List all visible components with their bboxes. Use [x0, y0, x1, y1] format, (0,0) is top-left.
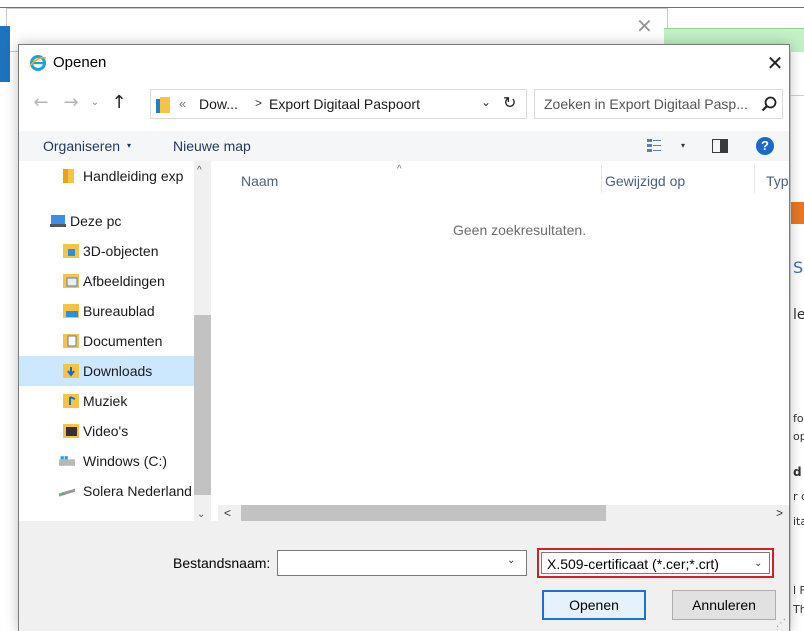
search-icon[interactable]	[761, 96, 777, 112]
filename-input[interactable]	[277, 550, 527, 576]
nav-item-3d-objects[interactable]: 3D-objecten	[19, 236, 194, 266]
background-text: le	[793, 307, 804, 323]
background-text: r c	[793, 490, 804, 503]
filetype-select-box[interactable]: X.509-certificaat (*.cer;*.crt) ⌄	[541, 552, 770, 574]
file-list[interactable]: ^ Naam Gewijzigd op Typ Geen zoekresulta…	[218, 161, 789, 535]
filename-label: Bestandsnaam:	[173, 555, 271, 571]
filetype-value: X.509-certificaat (*.cer;*.crt)	[547, 556, 719, 572]
search-input[interactable]: Zoeken in Export Digitaal Pasp...	[534, 89, 783, 119]
forward-button[interactable]: →	[59, 91, 83, 115]
help-icon[interactable]: ?	[756, 137, 774, 155]
3d-objects-icon	[63, 244, 79, 258]
open-button[interactable]: Openen	[542, 590, 646, 620]
navigation-pane[interactable]: Handleiding exp Deze pc 3D-objecten Afbe…	[19, 161, 213, 535]
folder-icon	[63, 169, 74, 183]
back-button[interactable]: ←	[29, 91, 53, 115]
new-folder-button[interactable]: Nieuwe map	[173, 138, 251, 154]
background-browser-edge	[0, 26, 10, 82]
nav-item-desktop[interactable]: Bureaublad	[19, 296, 194, 326]
background-text: d	[793, 465, 802, 479]
organise-button[interactable]: Organiseren	[43, 138, 120, 154]
scroll-down-icon[interactable]: ⌄	[197, 509, 205, 520]
column-header-name[interactable]: Naam	[241, 173, 278, 189]
column-divider[interactable]	[601, 165, 602, 193]
dialog-footer: Bestandsnaam: ⌄ X.509-certificaat (*.cer…	[19, 521, 789, 631]
background-text: S	[793, 258, 804, 277]
column-header-type[interactable]: Typ	[766, 173, 789, 189]
up-button[interactable]: ↑	[107, 91, 131, 115]
view-options-icon[interactable]	[647, 138, 667, 154]
nav-item-this-pc[interactable]: Deze pc	[19, 206, 194, 236]
empty-results-message: Geen zoekresultaten.	[453, 222, 587, 238]
breadcrumb-overflow[interactable]: «	[179, 96, 186, 111]
close-icon[interactable]: ✕	[763, 51, 787, 75]
breadcrumb-downloads[interactable]: Dow...	[199, 96, 238, 112]
pictures-icon	[63, 274, 79, 288]
nav-item-downloads[interactable]: Downloads	[19, 356, 194, 386]
search-placeholder: Zoeken in Export Digitaal Pasp...	[544, 96, 748, 112]
column-divider[interactable]	[754, 165, 755, 193]
preview-pane-icon[interactable]	[712, 139, 728, 153]
background-orange-bar	[791, 202, 804, 224]
background-page-edge	[790, 52, 804, 631]
folder-icon	[156, 97, 170, 113]
background-text: Th	[793, 603, 804, 616]
background-text: op	[793, 430, 804, 443]
chevron-down-icon[interactable]: ⌄	[754, 558, 762, 569]
horizontal-scrollbar[interactable]: < >	[218, 505, 789, 522]
music-icon	[63, 394, 79, 408]
open-file-dialog: Openen ✕ ← → ⌄ ↑ « Dow... > Export Digit…	[18, 44, 790, 631]
nav-item-pictures[interactable]: Afbeeldingen	[19, 266, 194, 296]
breadcrumb-separator[interactable]: >	[255, 96, 262, 110]
background-page-divider	[790, 95, 804, 96]
nav-item-documents[interactable]: Documenten	[19, 326, 194, 356]
cancel-button[interactable]: Annuleren	[672, 590, 776, 620]
background-text: fo	[793, 412, 804, 425]
filetype-select[interactable]: X.509-certificaat (*.cer;*.crt) ⌄	[537, 548, 774, 578]
background-close-icon: ✕	[636, 14, 653, 38]
drive-icon	[59, 456, 75, 466]
address-bar[interactable]: « Dow... > Export Digitaal Paspoort ⌄ ↻	[150, 89, 527, 119]
horizontal-scrollbar-thumb[interactable]	[241, 505, 606, 522]
network-drive-icon	[59, 488, 75, 497]
scroll-left-icon[interactable]: <	[224, 506, 231, 520]
chevron-down-icon[interactable]: ▾	[127, 141, 131, 150]
dialog-title: Openen	[53, 54, 107, 71]
nav-item-handleiding[interactable]: Handleiding exp	[19, 161, 194, 191]
background-text: l F	[793, 584, 804, 597]
nav-item-music[interactable]: Muziek	[19, 386, 194, 416]
address-dropdown-icon[interactable]: ⌄	[481, 95, 491, 109]
nav-item-videos[interactable]: Video's	[19, 416, 194, 446]
downloads-icon	[63, 364, 79, 378]
scroll-up-icon[interactable]: ^	[197, 165, 202, 176]
sort-indicator-icon: ^	[397, 164, 402, 175]
desktop-icon	[63, 304, 79, 318]
command-bar: Organiseren ▾ Nieuwe map ▾ ?	[19, 131, 789, 161]
nav-item-network-drive[interactable]: Solera Nederland	[19, 476, 194, 506]
videos-icon	[63, 424, 79, 438]
dialog-titlebar[interactable]: Openen ✕	[19, 45, 789, 79]
documents-icon	[63, 334, 79, 348]
navigation-bar: ← → ⌄ ↑ « Dow... > Export Digitaal Paspo…	[19, 89, 789, 121]
breadcrumb-current-folder[interactable]: Export Digitaal Paspoort	[269, 96, 420, 112]
column-header-modified[interactable]: Gewijzigd op	[605, 173, 685, 189]
internet-explorer-icon	[29, 55, 47, 71]
resize-grip-icon[interactable]: ⋰	[776, 618, 786, 629]
background-text: ita	[793, 515, 804, 528]
refresh-icon[interactable]: ↻	[503, 93, 516, 112]
scroll-right-icon[interactable]: >	[776, 506, 783, 520]
computer-icon	[50, 215, 66, 227]
nav-item-windows-c[interactable]: Windows (C:)	[19, 446, 194, 476]
chevron-down-icon[interactable]: ▾	[681, 141, 685, 150]
filename-dropdown-icon[interactable]: ⌄	[507, 555, 515, 566]
nav-scrollbar-thumb[interactable]	[194, 315, 211, 495]
recent-locations-button[interactable]: ⌄	[85, 91, 105, 115]
